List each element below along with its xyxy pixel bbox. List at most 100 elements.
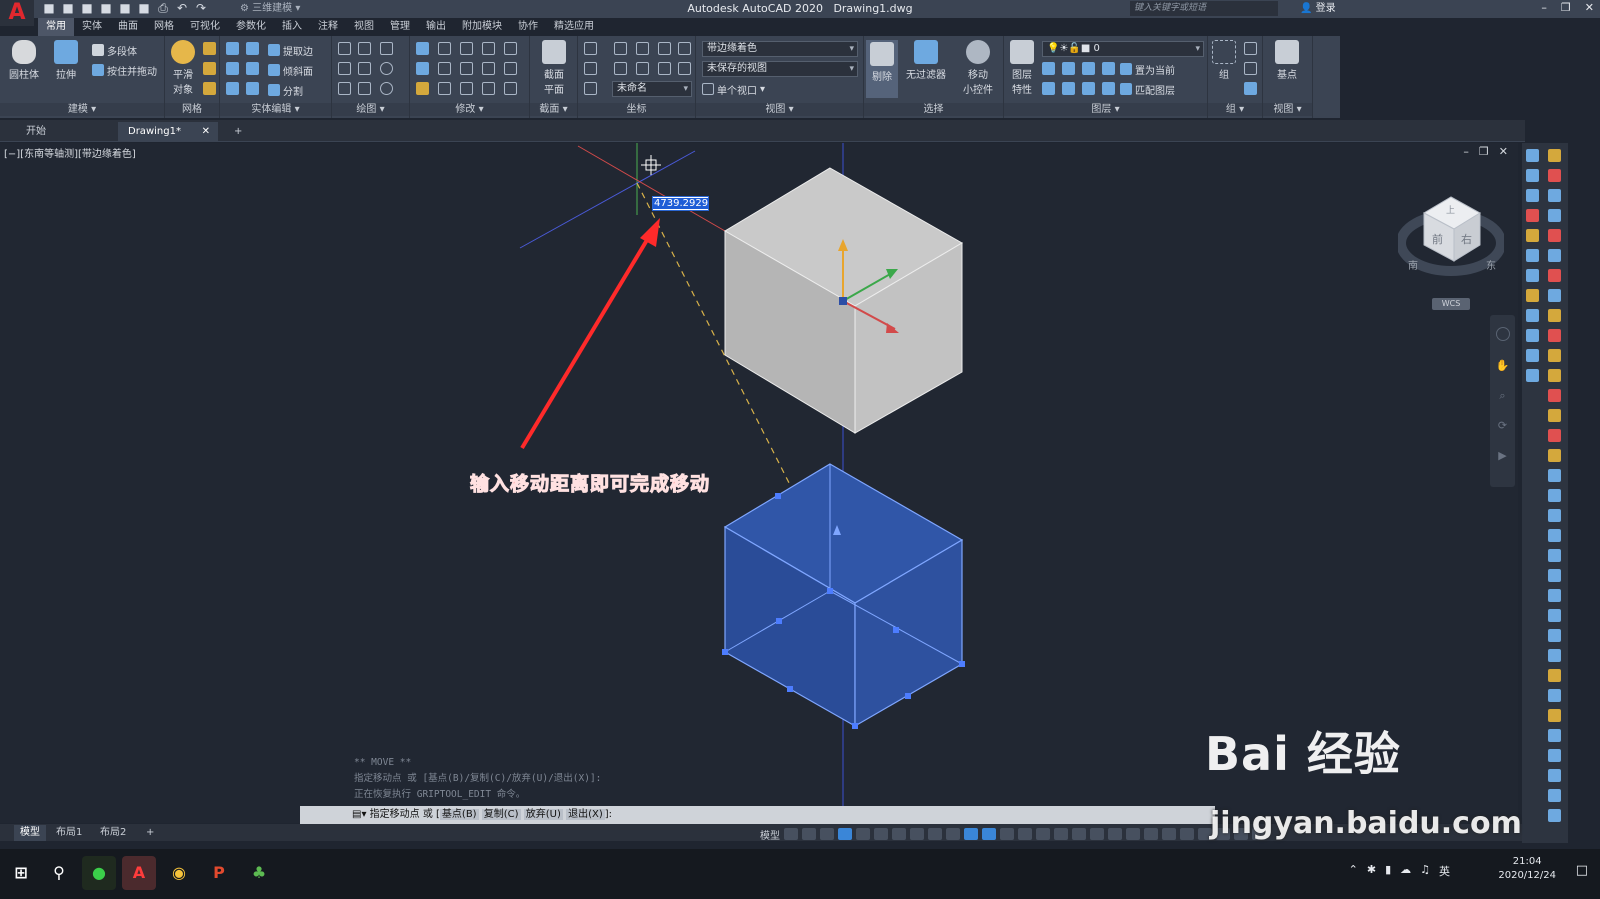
- offset-icon[interactable]: [460, 82, 473, 95]
- ucs-object-icon[interactable]: [678, 42, 691, 55]
- annotation-visibility-icon[interactable]: [1072, 828, 1086, 840]
- tab-output[interactable]: 输出: [418, 18, 454, 36]
- orbit-icon[interactable]: ⟳: [1496, 419, 1510, 433]
- palette-tool-icon[interactable]: [1526, 249, 1539, 262]
- ucs-3point-icon[interactable]: [658, 62, 671, 75]
- palette-tool-icon[interactable]: [1548, 189, 1561, 202]
- palette-tool-icon[interactable]: [1548, 489, 1561, 502]
- split-button[interactable]: 分割: [268, 82, 303, 98]
- taper-faces-button[interactable]: 倾斜面: [268, 62, 313, 78]
- palette-tool-icon[interactable]: [1548, 309, 1561, 322]
- polysolid-button[interactable]: 多段体: [92, 42, 137, 58]
- tab-insert[interactable]: 插入: [274, 18, 310, 36]
- copy-icon[interactable]: [438, 62, 451, 75]
- isodraft-icon[interactable]: [892, 828, 906, 840]
- spline-icon[interactable]: [358, 62, 371, 75]
- move-icon[interactable]: [460, 42, 473, 55]
- set-current-button[interactable]: 置为当前: [1120, 61, 1175, 77]
- visual-style-select[interactable]: 带边缘着色: [702, 41, 858, 57]
- units-icon[interactable]: [1144, 828, 1158, 840]
- palette-tool-icon[interactable]: [1548, 329, 1561, 342]
- plot-icon[interactable]: ⎙: [156, 1, 170, 15]
- ucs-x-icon[interactable]: [678, 62, 691, 75]
- ucs-icon-props-icon[interactable]: [584, 82, 597, 95]
- palette-tool-icon[interactable]: [1526, 349, 1539, 362]
- tab-featured-apps[interactable]: 精选应用: [546, 18, 602, 36]
- 3d-array-icon[interactable]: [416, 42, 429, 55]
- layer-tool-4-icon[interactable]: [1102, 62, 1115, 75]
- option-base-point[interactable]: 基点(B): [439, 809, 479, 820]
- search-icon[interactable]: ⚲: [42, 856, 76, 890]
- presspull-button[interactable]: 按住并拖动: [92, 62, 157, 78]
- wcs-menu[interactable]: WCS: [1432, 298, 1470, 310]
- palette-tool-icon[interactable]: [1548, 729, 1561, 742]
- tab-annotate[interactable]: 注释: [310, 18, 346, 36]
- tab-home[interactable]: 常用: [38, 18, 74, 36]
- erase-icon[interactable]: [416, 82, 429, 95]
- palette-tool-icon[interactable]: [1548, 809, 1561, 822]
- layer-properties-button[interactable]: 图层 特性: [1006, 40, 1038, 96]
- open-web-icon[interactable]: ■: [118, 1, 132, 15]
- system-clock[interactable]: 21:04 2020/12/24: [1498, 855, 1556, 883]
- grip-point[interactable]: [959, 661, 965, 667]
- rotate-icon[interactable]: [460, 62, 473, 75]
- section-plane-button[interactable]: 截面 平面: [536, 40, 572, 96]
- cylinder-button[interactable]: 圆柱体: [6, 40, 42, 81]
- no-filter-button[interactable]: 无过滤器: [904, 40, 948, 81]
- mirror-icon[interactable]: [416, 62, 429, 75]
- grip-point[interactable]: [776, 618, 782, 624]
- object-snap-tracking-icon[interactable]: [910, 828, 924, 840]
- grip-point[interactable]: [905, 693, 911, 699]
- auto-scale-icon[interactable]: [1090, 828, 1104, 840]
- tab-mesh[interactable]: 网格: [146, 18, 182, 36]
- transparency-icon[interactable]: [964, 828, 978, 840]
- layer-select[interactable]: 💡☀🔓■ 0: [1042, 41, 1204, 57]
- palette-tool-icon[interactable]: [1548, 509, 1561, 522]
- extract-edges-button[interactable]: 提取边: [268, 42, 313, 58]
- grid-icon[interactable]: [784, 828, 798, 840]
- rectangle-icon[interactable]: [358, 82, 371, 95]
- array-icon[interactable]: [482, 82, 495, 95]
- panel-label-modify[interactable]: 修改 ▾: [410, 103, 529, 116]
- base-view-button[interactable]: 基点: [1269, 40, 1305, 81]
- palette-tool-icon[interactable]: [1526, 229, 1539, 242]
- layer-tool-2-icon[interactable]: [1062, 62, 1075, 75]
- palette-tool-icon[interactable]: [1548, 369, 1561, 382]
- bluetooth-icon[interactable]: ✱: [1367, 863, 1376, 879]
- login-button[interactable]: 👤 登录: [1300, 1, 1336, 16]
- palette-tool-icon[interactable]: [1548, 249, 1561, 262]
- layer-tool-8-icon[interactable]: [1102, 82, 1115, 95]
- chrome-icon[interactable]: ◉: [162, 856, 196, 890]
- viewport-config-button[interactable]: 单个视口 ▾: [702, 81, 765, 97]
- thicken-icon[interactable]: [246, 82, 259, 95]
- layer-tool-7-icon[interactable]: [1082, 82, 1095, 95]
- mesh-tool-icon[interactable]: [203, 42, 216, 55]
- grip-point[interactable]: [775, 493, 781, 499]
- new-tab-button[interactable]: +: [224, 122, 244, 142]
- close-tab-icon[interactable]: ✕: [202, 122, 210, 142]
- palette-tool-icon[interactable]: [1548, 689, 1561, 702]
- culling-button[interactable]: 剔除: [866, 40, 898, 98]
- palette-tool-icon[interactable]: [1526, 369, 1539, 382]
- layer-tool-1-icon[interactable]: [1042, 62, 1055, 75]
- mesh-tool-3-icon[interactable]: [203, 82, 216, 95]
- ucs-name-select[interactable]: 未命名: [612, 81, 692, 97]
- grip-point[interactable]: [827, 588, 833, 594]
- palette-tool-icon[interactable]: [1526, 149, 1539, 162]
- ucs-zaxis-icon[interactable]: [636, 62, 649, 75]
- undo-icon[interactable]: ↶: [175, 1, 189, 15]
- option-exit[interactable]: 退出(X): [566, 809, 605, 820]
- tab-drawing1[interactable]: Drawing1* ✕: [118, 122, 218, 142]
- intersect-icon[interactable]: [226, 82, 239, 95]
- notification-icon[interactable]: □: [1576, 863, 1588, 878]
- palette-tool-icon[interactable]: [1548, 749, 1561, 762]
- tab-layout1[interactable]: 布局1: [50, 825, 88, 841]
- ungroup-icon[interactable]: [1244, 42, 1257, 55]
- palette-tool-icon[interactable]: [1548, 789, 1561, 802]
- 3d-object-snap-icon[interactable]: [1000, 828, 1014, 840]
- navigation-bar[interactable]: ✋ ⌕ ⟳ ▶: [1490, 315, 1515, 487]
- palette-tool-icon[interactable]: [1548, 169, 1561, 182]
- palette-tool-icon[interactable]: [1548, 349, 1561, 362]
- group-edit-icon[interactable]: [1244, 62, 1257, 75]
- save-icon[interactable]: ■: [80, 1, 94, 15]
